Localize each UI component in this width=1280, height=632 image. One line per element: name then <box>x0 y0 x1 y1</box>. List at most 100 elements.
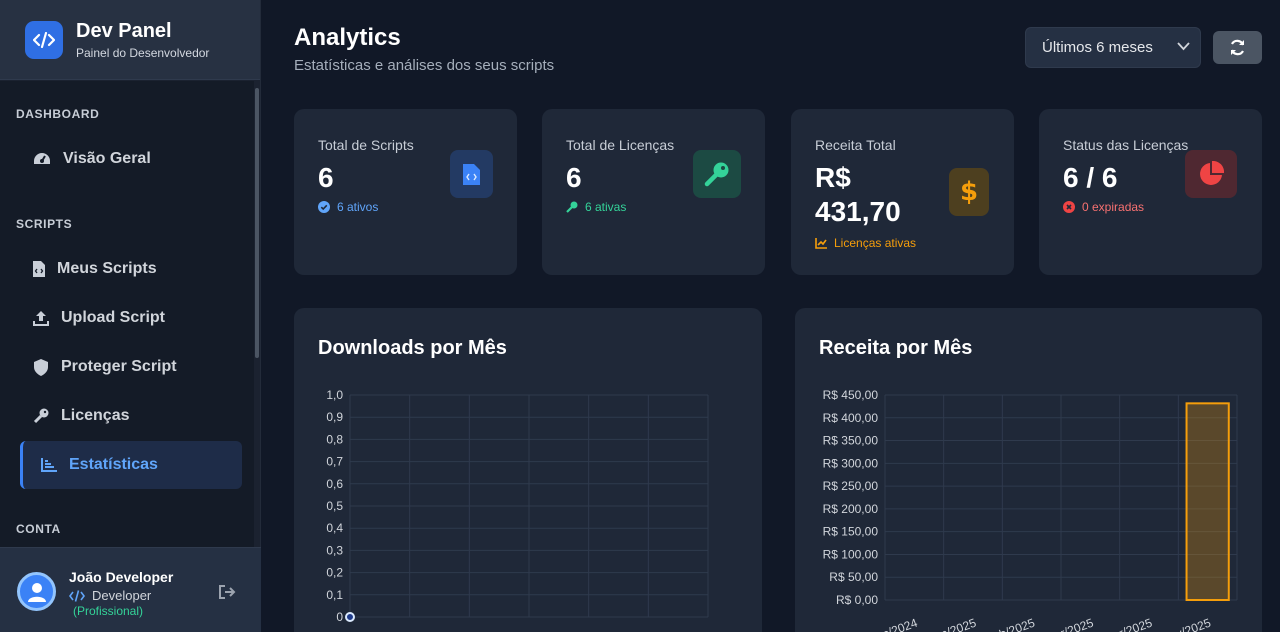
revenue-chart: R$ 450,00 R$ 400,00 R$ 350,00 R$ 300,00 R$ 2… <box>823 388 1238 632</box>
sidebar-item-label: Meus Scripts <box>57 260 157 277</box>
sidebar-header: Dev Panel Painel do Desenvolvedor <box>0 0 260 80</box>
card-foot: 0 expiradas <box>1063 200 1144 214</box>
user-icon <box>27 582 46 602</box>
x-circle-icon <box>1063 201 1075 213</box>
brand-subtitle: Painel do Desenvolvedor <box>76 45 210 60</box>
gauge-icon <box>34 153 50 164</box>
user-panel: João Developer Developer (Profissional) <box>0 547 261 632</box>
x-tick-label: Mar/2025 <box>1043 616 1096 632</box>
sidebar-nav: DASHBOARD Visão Geral SCRIPTS Meus Scrip… <box>0 81 254 547</box>
card-total-licenses: Total de Licenças 6 6 ativas <box>542 109 765 275</box>
card-label: Receita Total <box>815 137 896 153</box>
y-tick-label: R$ 100,00 <box>823 547 879 561</box>
chevron-down-icon <box>1177 42 1190 51</box>
code-icon <box>69 589 85 602</box>
card-license-status: Status das Licenças 6 / 6 0 expiradas <box>1039 109 1262 275</box>
x-tick-label: Apr/2025 <box>1103 616 1154 632</box>
section-conta: CONTA <box>16 522 61 536</box>
y-tick-label: 0,6 <box>326 477 343 491</box>
user-plan: (Profissional) <box>73 604 144 618</box>
bar <box>1185 402 1230 601</box>
refresh-button[interactable] <box>1213 31 1262 64</box>
sidebar-item-overview[interactable]: Visão Geral <box>20 135 242 183</box>
card-total-scripts: Total de Scripts 6 6 ativos <box>294 109 517 275</box>
card-label: Status das Licenças <box>1063 137 1189 153</box>
y-tick-label: 0,7 <box>326 455 343 469</box>
y-tick-label: 0 <box>336 610 343 624</box>
card-value: R$ 431,70 <box>815 161 901 229</box>
card-value: 6 / 6 <box>1063 162 1118 193</box>
chart-line-icon <box>815 237 827 249</box>
sidebar-item-protect[interactable]: Proteger Script <box>20 343 242 391</box>
data-point <box>345 612 355 622</box>
sidebar-item-licenses[interactable]: Licenças <box>20 392 242 440</box>
upload-icon <box>33 311 49 326</box>
downloads-chart: 1,00,90,80,70,60,50,40,30,20,10Dec/2024J… <box>302 388 709 632</box>
card-value-amount: 431,70 <box>815 196 901 227</box>
sidebar-item-my-scripts[interactable]: Meus Scripts <box>20 245 242 293</box>
sidebar: Dev Panel Painel do Desenvolvedor DASHBO… <box>0 0 261 632</box>
user-name: João Developer <box>69 569 174 585</box>
chart-line-icon <box>41 458 57 472</box>
pie-chart-icon <box>1185 150 1237 198</box>
y-tick-label: R$ 400,00 <box>823 411 879 425</box>
y-tick-label: 0,4 <box>326 521 343 535</box>
y-tick-label: 0,1 <box>326 588 343 602</box>
card-value: 6 <box>566 162 582 193</box>
card-foot: 6 ativas <box>566 200 626 214</box>
sidebar-item-upload[interactable]: Upload Script <box>20 294 242 342</box>
key-icon <box>33 408 49 424</box>
x-tick-label: Feb/2025 <box>984 616 1037 632</box>
card-foot-label: Licenças ativas <box>834 236 917 250</box>
card-foot: 6 ativos <box>318 200 378 214</box>
period-value: Últimos 6 meses <box>1042 39 1153 56</box>
sidebar-item-label: Visão Geral <box>63 150 151 167</box>
user-role-label: Developer <box>92 588 152 603</box>
y-tick-label: R$ 250,00 <box>823 479 879 493</box>
card-foot-label: 6 ativas <box>585 200 627 214</box>
refresh-icon <box>1230 39 1245 56</box>
y-tick-label: R$ 150,00 <box>823 525 879 539</box>
card-value: 6 <box>318 162 334 193</box>
logout-icon <box>219 585 236 599</box>
sidebar-item-label: Estatísticas <box>69 456 158 473</box>
shield-icon <box>34 358 48 376</box>
user-role: Developer <box>69 588 151 603</box>
avatar[interactable] <box>17 572 56 611</box>
y-tick-label: 0,5 <box>326 499 343 513</box>
card-label: Total de Licenças <box>566 137 675 153</box>
brand-title: Dev Panel <box>76 19 172 42</box>
key-icon <box>693 150 741 198</box>
page-title: Analytics <box>294 24 401 51</box>
card-revenue: Receita Total R$ 431,70 Licenças ativas … <box>791 109 1014 275</box>
period-select[interactable]: Últimos 6 meses <box>1025 27 1201 68</box>
card-foot-label: 0 expiradas <box>1082 200 1145 214</box>
x-tick-label: Dec/2024 <box>866 616 919 632</box>
file-code-icon <box>33 261 45 277</box>
y-tick-label: R$ 300,00 <box>823 456 879 470</box>
logout-button[interactable] <box>219 585 236 604</box>
section-scripts: SCRIPTS <box>16 217 73 231</box>
y-tick-label: 0,3 <box>326 543 343 557</box>
check-circle-icon <box>318 201 330 213</box>
sidebar-item-label: Upload Script <box>61 309 166 326</box>
y-tick-label: R$ 450,00 <box>823 388 879 402</box>
page-subtitle: Estatísticas e análises dos seus scripts <box>294 57 555 74</box>
downloads-chart-panel: Downloads por Mês 1,0 0,9 0,8 0,7 0,6 0,5 0,4 0… <box>294 308 762 632</box>
sidebar-scrollbar[interactable] <box>255 88 259 358</box>
card-label: Total de Scripts <box>318 137 414 153</box>
sidebar-item-label: Licenças <box>61 407 130 424</box>
y-tick-label: 0,8 <box>326 432 343 446</box>
y-tick-label: R$ 50,00 <box>829 570 878 584</box>
revenue-chart-panel: Receita por Mês R$ 450,00 R$ 400,00 R$ 350… <box>795 308 1262 632</box>
y-tick-label: 0,2 <box>326 566 343 580</box>
y-tick-label: 1,0 <box>326 388 343 402</box>
y-tick-label: R$ 200,00 <box>823 502 879 516</box>
sidebar-item-label: Proteger Script <box>61 358 177 375</box>
card-foot-label: 6 ativos <box>337 200 379 214</box>
card-foot: Licenças ativas <box>815 236 916 250</box>
x-tick-label: May/2025 <box>1158 616 1213 632</box>
section-dashboard: DASHBOARD <box>16 107 100 121</box>
y-tick-label: R$ 350,00 <box>823 434 879 448</box>
sidebar-item-stats[interactable]: Estatísticas <box>20 441 242 489</box>
